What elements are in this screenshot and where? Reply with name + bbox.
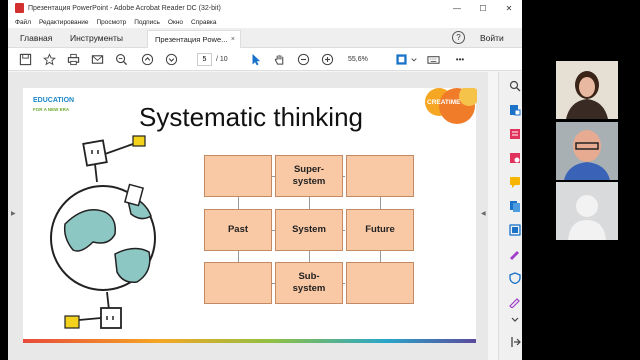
creatime-logo-icon xyxy=(425,88,477,124)
bookmark-star-icon[interactable] xyxy=(42,52,57,67)
organize-pages-icon[interactable] xyxy=(509,224,521,236)
export-pdf-icon[interactable] xyxy=(509,104,521,116)
slide-logo-line1: EDUCATION xyxy=(33,97,75,104)
page-number-input[interactable]: 5 xyxy=(197,53,212,66)
grid-cell-bottom-right xyxy=(346,262,414,304)
slide-title: Systematic thinking xyxy=(139,102,363,132)
zoom-minus-icon[interactable] xyxy=(296,52,311,67)
zoom-select[interactable]: 55,6% xyxy=(348,53,378,66)
zoom-out-search-icon[interactable] xyxy=(114,52,129,67)
search-tool-icon[interactable] xyxy=(509,80,521,92)
tab-tools[interactable]: Инструменты xyxy=(70,28,123,48)
more-tools-button[interactable]: ••• xyxy=(450,52,470,67)
fit-dropdown-chevron-icon[interactable] xyxy=(410,52,418,67)
participant-avatar-icon xyxy=(556,122,618,180)
menu-file[interactable]: Файл xyxy=(15,19,31,26)
collapse-panel-icon[interactable] xyxy=(509,336,521,348)
grid-cell-top-left xyxy=(204,155,272,197)
save-icon[interactable] xyxy=(18,52,33,67)
help-button[interactable]: ? xyxy=(452,31,465,44)
tab-bar: Главная Инструменты Презентация Powe... … xyxy=(8,28,522,48)
menu-bar: Файл Редактирование Просмотр Подпись Окн… xyxy=(8,16,522,28)
page-down-icon[interactable] xyxy=(164,52,179,67)
create-pdf-icon[interactable] xyxy=(509,128,521,140)
document-tab-label: Презентация Powe... xyxy=(155,35,228,44)
slide-page: EDUCATION FOR A NEW ERA Systematic think… xyxy=(23,88,477,343)
participant-placeholder-icon xyxy=(556,182,618,240)
keyboard-icon[interactable] xyxy=(426,52,441,67)
left-panel-toggle-icon[interactable]: ▶ xyxy=(11,210,16,217)
window-title: Презентация PowerPoint - Adobe Acrobat R… xyxy=(28,4,221,12)
grid-cell-future: Future xyxy=(346,209,414,251)
close-window-button[interactable]: ✕ xyxy=(496,0,522,16)
page-total: / 10 xyxy=(216,56,228,63)
zoom-plus-icon[interactable] xyxy=(320,52,335,67)
send-for-signature-icon[interactable] xyxy=(509,296,521,308)
print-icon[interactable] xyxy=(66,52,81,67)
globe-illustration-icon xyxy=(50,135,156,329)
menu-edit[interactable]: Редактирование xyxy=(39,19,89,26)
menu-window[interactable]: Окно xyxy=(168,19,183,26)
close-tab-icon[interactable]: × xyxy=(231,31,235,48)
menu-view[interactable]: Просмотр xyxy=(97,19,127,26)
more-tools-chevron-icon[interactable] xyxy=(509,316,521,324)
toolbar: 5 / 10 55,6% ••• xyxy=(8,48,522,71)
minimize-button[interactable]: — xyxy=(444,0,470,16)
combine-files-icon[interactable] xyxy=(509,200,521,212)
edit-pdf-icon[interactable] xyxy=(509,152,521,164)
select-cursor-icon[interactable] xyxy=(248,52,263,67)
grid-cell-system: System xyxy=(275,209,343,251)
hand-icon[interactable] xyxy=(272,52,287,67)
page-up-icon[interactable] xyxy=(140,52,155,67)
signin-button[interactable]: Войти xyxy=(480,28,504,48)
menu-sign[interactable]: Подпись xyxy=(134,19,160,26)
grid-cell-top-right xyxy=(346,155,414,197)
right-panel-toggle-icon[interactable]: ◀ xyxy=(481,210,486,217)
participant-video-1[interactable] xyxy=(556,61,618,119)
email-icon[interactable] xyxy=(90,52,105,67)
participant-video-2[interactable] xyxy=(556,122,618,180)
maximize-button[interactable]: ☐ xyxy=(470,0,496,16)
fill-sign-icon[interactable] xyxy=(509,248,521,260)
fit-page-icon[interactable] xyxy=(394,52,409,67)
slide-logo-line2: FOR A NEW ERA xyxy=(33,107,70,112)
acrobat-app-icon xyxy=(15,3,24,13)
grid-cell-subsystem: Sub- system xyxy=(275,262,343,304)
protect-icon[interactable] xyxy=(509,272,521,284)
tab-home[interactable]: Главная xyxy=(20,28,52,48)
acrobat-window: Презентация PowerPoint - Adobe Acrobat R… xyxy=(8,0,522,360)
title-bar: Презентация PowerPoint - Adobe Acrobat R… xyxy=(8,0,522,16)
participant-avatar-icon xyxy=(556,61,618,119)
grid-cell-bottom-left xyxy=(204,262,272,304)
slide-brand: CREATIME xyxy=(427,99,461,106)
right-tools-panel xyxy=(498,72,522,360)
grid-cell-supersystem: Super- system xyxy=(275,155,343,197)
tab-document[interactable]: Презентация Powe... × xyxy=(147,30,241,48)
participant-video-3[interactable] xyxy=(556,182,618,240)
comment-icon[interactable] xyxy=(509,176,521,188)
menu-help[interactable]: Справка xyxy=(191,19,217,26)
grid-cell-past: Past xyxy=(204,209,272,251)
screen: Презентация PowerPoint - Adobe Acrobat R… xyxy=(0,0,640,360)
slide-color-bar xyxy=(23,339,476,343)
